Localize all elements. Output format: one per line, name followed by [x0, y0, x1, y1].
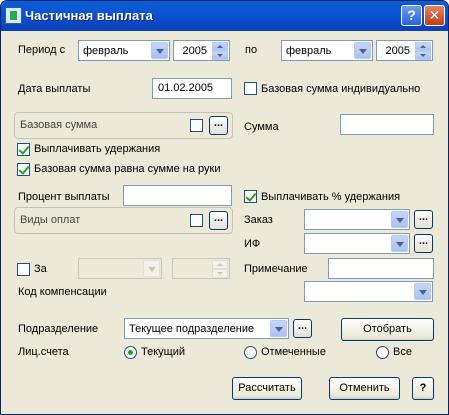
compensation-label: Код компенсации	[18, 286, 107, 298]
cancel-button[interactable]: Отменить	[329, 377, 400, 400]
base-individual-checkbox[interactable]	[244, 82, 257, 95]
title-bar[interactable]: Частичная выплата ? ✕	[1, 1, 448, 31]
order-browse-button[interactable]: ...	[414, 210, 433, 229]
app-icon	[5, 7, 22, 24]
accounts-option-current-label: Текущий	[141, 346, 185, 358]
payment-types-browse-button[interactable]: ...	[209, 211, 228, 230]
chevron-down-icon[interactable]	[414, 283, 431, 300]
order-label: Заказ	[244, 214, 273, 226]
for-period-year-spinner[interactable]	[172, 258, 230, 279]
chevron-down-icon[interactable]	[391, 235, 408, 252]
if-select[interactable]	[304, 233, 410, 254]
for-period-month-select[interactable]	[78, 258, 162, 279]
payment-percent-input[interactable]	[123, 185, 232, 206]
period-from-month-select[interactable]: февраль	[78, 40, 170, 61]
calculate-button[interactable]: Рассчитать	[232, 377, 302, 400]
help-title-button[interactable]: ?	[401, 5, 422, 26]
payment-types-checkbox[interactable]	[190, 214, 203, 227]
base-equals-net-label: Базовая сумма равна сумме на руки	[34, 163, 221, 175]
compensation-select[interactable]	[304, 281, 433, 302]
base-sum-label: Базовая сумма	[20, 119, 98, 131]
department-value: Текущее подразделение	[129, 323, 255, 335]
select-button[interactable]: Отобрать	[341, 318, 434, 341]
accounts-option-marked-label: Отмеченные	[261, 346, 326, 358]
department-select[interactable]: Текущее подразделение	[124, 318, 289, 339]
spin-up-icon[interactable]	[212, 42, 228, 51]
pay-deductions-label: Выплачивать удержания	[34, 143, 161, 155]
chevron-down-icon[interactable]	[354, 42, 371, 59]
base-sum-browse-button[interactable]: ...	[209, 116, 228, 135]
base-individual-label: Базовая сумма индивидуально	[261, 83, 421, 95]
spin-up-icon[interactable]	[212, 260, 228, 269]
spin-up-icon[interactable]	[415, 42, 431, 51]
base-equals-net-checkbox[interactable]	[17, 163, 30, 176]
for-period-checkbox[interactable]	[17, 263, 30, 276]
base-sum-checkbox[interactable]	[190, 119, 203, 132]
if-browse-button[interactable]: ...	[414, 234, 433, 253]
for-period-label: За	[34, 263, 47, 275]
pay-deductions-checkbox[interactable]	[17, 143, 30, 156]
period-to-month-value: февраль	[286, 45, 332, 57]
chevron-down-icon[interactable]	[391, 211, 408, 228]
note-input[interactable]	[328, 258, 434, 279]
close-button[interactable]: ✕	[424, 5, 445, 26]
chevron-down-icon[interactable]	[270, 320, 287, 337]
order-select[interactable]	[304, 209, 410, 230]
chevron-down-icon[interactable]	[151, 42, 168, 59]
payment-date-input[interactable]: 01.02.2005	[152, 78, 232, 99]
period-from-label: Период с	[18, 44, 66, 56]
payment-percent-label: Процент выплаты	[18, 191, 110, 203]
accounts-option-all-label: Все	[393, 346, 412, 358]
sum-label: Сумма	[244, 121, 279, 133]
payment-date-label: Дата выплаты	[18, 83, 91, 95]
dialog-window: Частичная выплата ? ✕ Период с февраль 2…	[0, 0, 449, 415]
help-button[interactable]: ?	[412, 377, 434, 400]
period-from-year-spinner[interactable]: 2005	[173, 40, 230, 61]
accounts-label: Лиц.счета	[18, 346, 69, 358]
accounts-radio-current[interactable]	[124, 346, 137, 359]
period-from-month-value: февраль	[83, 45, 129, 57]
accounts-radio-all[interactable]	[376, 346, 389, 359]
spin-down-icon[interactable]	[212, 269, 228, 278]
pay-percent-deductions-checkbox[interactable]	[244, 190, 257, 203]
sum-input[interactable]	[340, 114, 434, 135]
payment-types-label: Виды оплат	[20, 214, 81, 226]
accounts-radio-marked[interactable]	[244, 346, 257, 359]
period-to-month-select[interactable]: февраль	[281, 40, 373, 61]
period-from-year-value: 2005	[182, 45, 207, 57]
chevron-down-icon[interactable]	[143, 260, 160, 277]
window-title: Частичная выплата	[25, 8, 153, 23]
period-to-year-value: 2005	[385, 45, 410, 57]
spin-down-icon[interactable]	[212, 51, 228, 60]
spin-down-icon[interactable]	[415, 51, 431, 60]
note-label: Примечание	[244, 263, 308, 275]
department-label: Подразделение	[18, 323, 99, 335]
department-browse-button[interactable]: ...	[293, 319, 312, 338]
period-to-label: по	[245, 44, 258, 56]
period-to-year-spinner[interactable]: 2005	[376, 40, 433, 61]
if-label: ИФ	[244, 238, 261, 250]
pay-percent-deductions-label: Выплачивать % удержания	[261, 191, 401, 203]
